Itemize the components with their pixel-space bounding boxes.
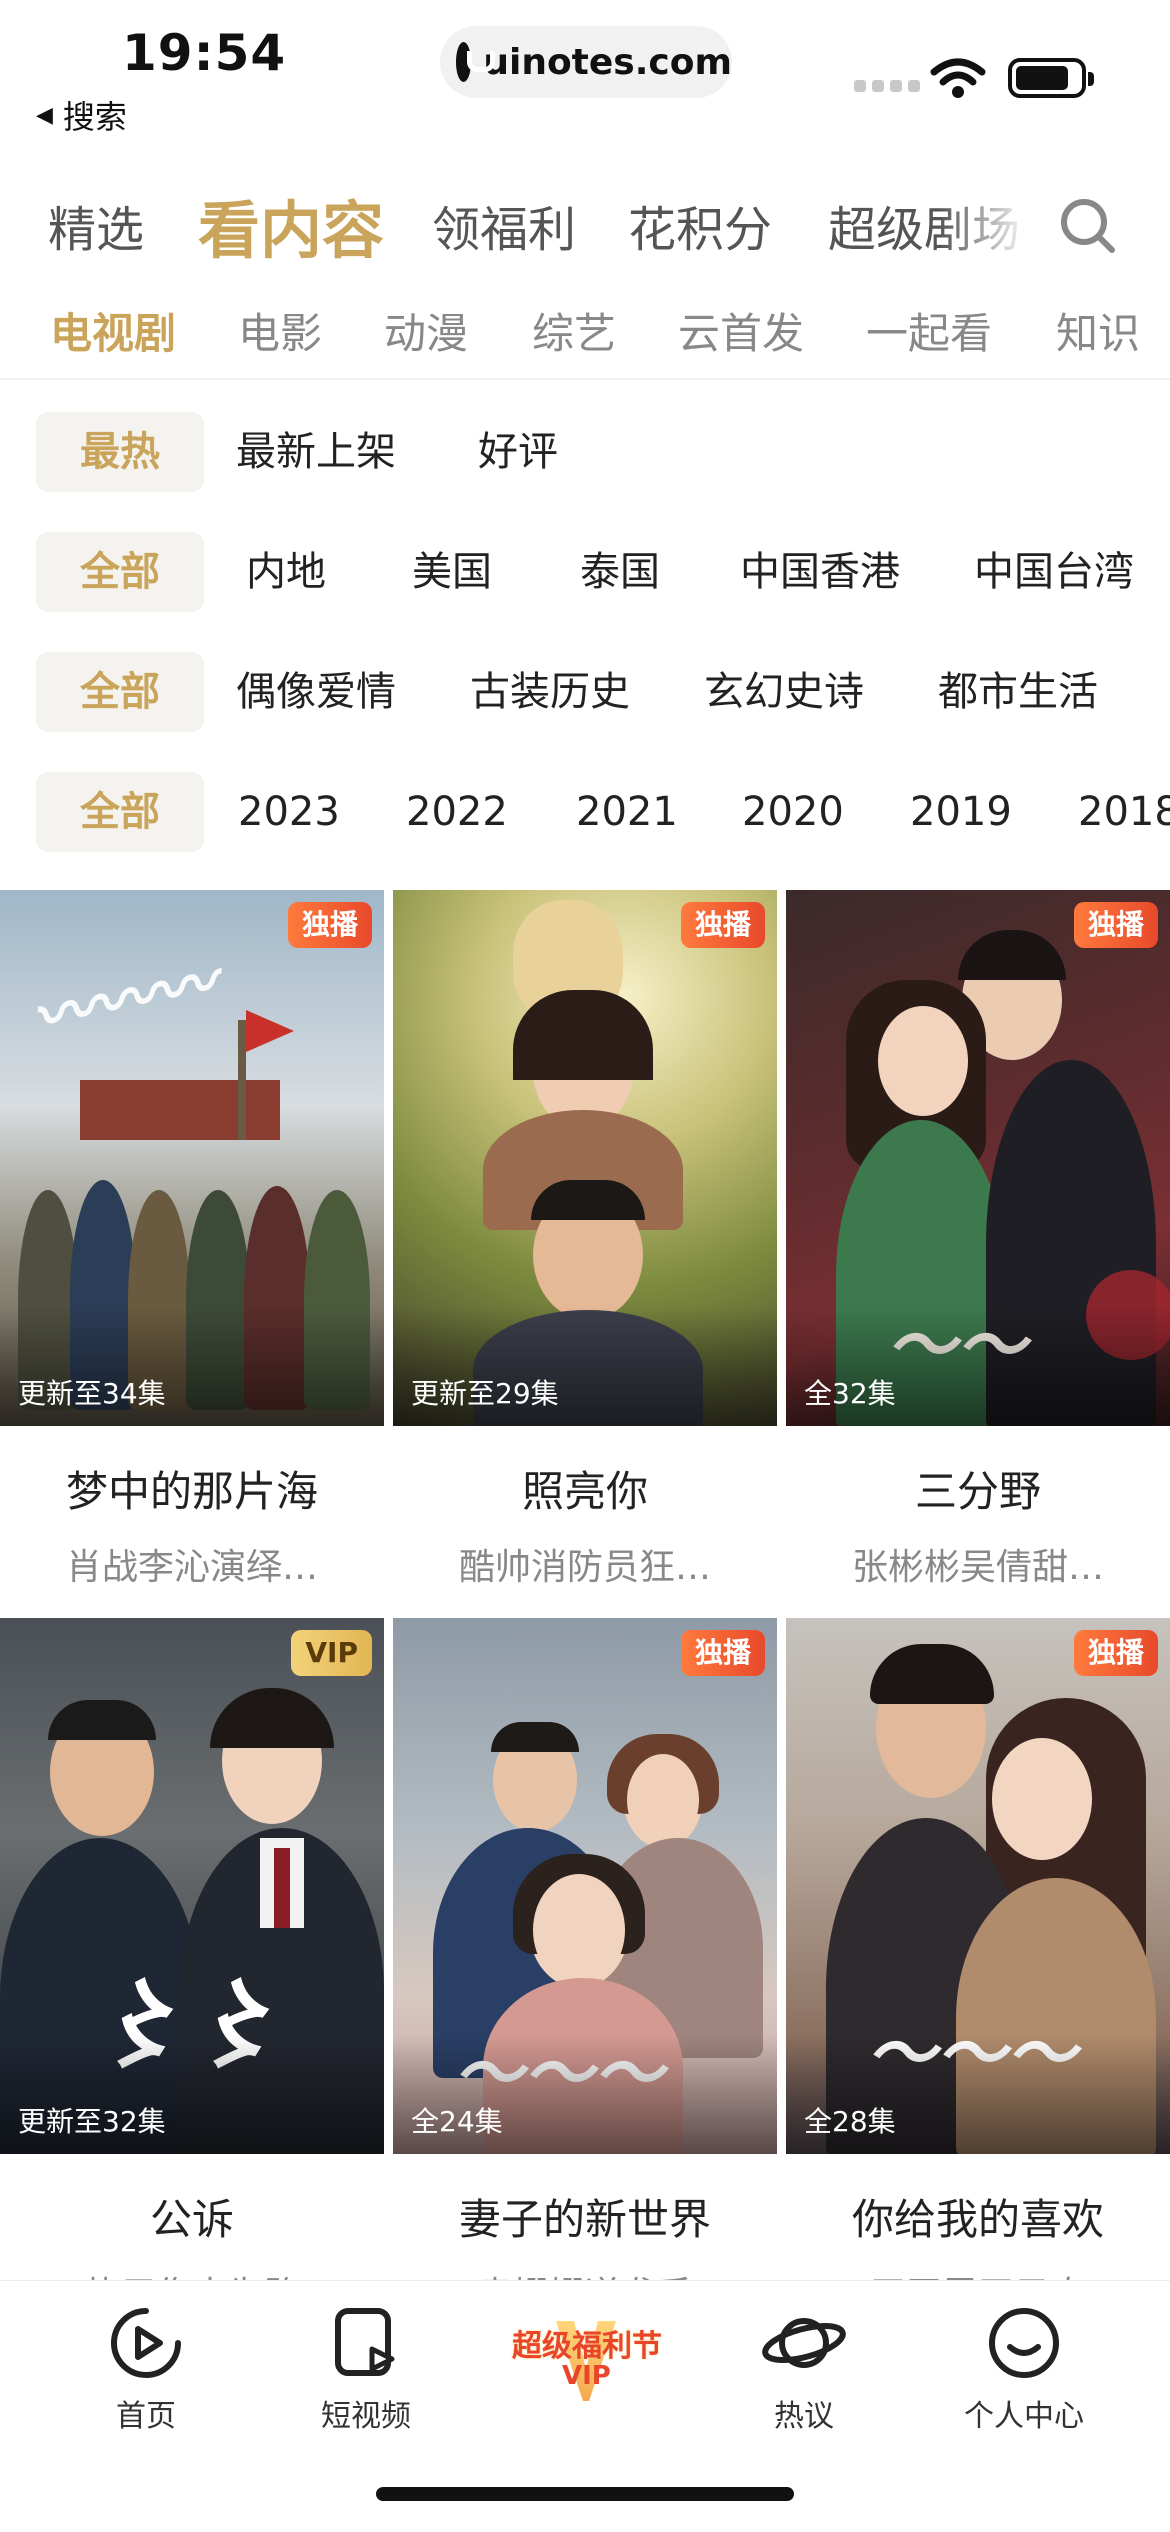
category-tabs: 电视剧 电影 动漫 综艺 云首发 一起看 知识 — [0, 300, 1170, 380]
play-circle-icon — [111, 2308, 181, 2378]
status-time: 19:54 — [122, 24, 287, 82]
smiley-icon — [989, 2308, 1059, 2378]
home-indicator — [376, 2487, 794, 2501]
show-poster[interactable]: 〜〜 独播 全32集 — [786, 890, 1170, 1426]
show-description: 肖战李沁演绎… — [65, 1547, 318, 1588]
filter-year-selected[interactable]: 全部 — [36, 772, 204, 852]
short-video-icon — [335, 2308, 395, 2376]
filter-row-year: 全部 2023 2022 2021 2020 2019 2018 — [0, 772, 1170, 852]
show-title[interactable]: 公诉 — [0, 2186, 384, 2247]
search-icon[interactable] — [1058, 196, 1118, 256]
top-tab-featured[interactable]: 精选 — [48, 190, 144, 260]
filter-year-option[interactable]: 2023 — [238, 772, 340, 852]
show-poster[interactable]: 〜〜〜 独播 全24集 — [393, 1618, 777, 2154]
filter-genre-option[interactable]: 偶像爱情 — [236, 652, 396, 732]
promo-text: 超级福利节 — [512, 2329, 662, 2364]
show-poster[interactable]: 〜〜〜 独播 全28集 — [786, 1618, 1170, 2154]
category-tab-tv[interactable]: 电视剧 — [50, 300, 176, 361]
episode-count: 更新至34集 — [18, 1377, 166, 1410]
filter-region-selected[interactable]: 全部 — [36, 532, 204, 612]
top-tab-points[interactable]: 花积分 — [628, 190, 772, 260]
filter-genre-option[interactable]: 古装历史 — [470, 652, 630, 732]
super-benefit-promo-button[interactable]: 超级福利节 VIP — [500, 2301, 670, 2421]
tab-hot-discussion-label: 热议 — [774, 2399, 834, 2434]
bottom-tab-bar: 首页 短视频 超级福利节 VIP 热议 个人中心 — [0, 2280, 1170, 2532]
filter-sort-option[interactable]: 好评 — [478, 412, 558, 492]
battery-icon — [1008, 58, 1094, 98]
filter-row-genre: 全部 偶像爱情 古装历史 玄幻史诗 都市生活 — [0, 652, 1170, 732]
show-title[interactable]: 梦中的那片海 — [0, 1458, 384, 1519]
site-logo-icon — [456, 42, 496, 82]
filter-row-region: 全部 内地 美国 泰国 中国香港 中国台湾 — [0, 532, 1170, 612]
planet-icon — [762, 2318, 846, 2368]
show-title[interactable]: 三分野 — [786, 1458, 1170, 1519]
top-tab-content[interactable]: 看内容 — [198, 180, 384, 270]
tab-hot-discussion[interactable]: 热议 — [714, 2305, 894, 2435]
promo-vip-text: VIP — [562, 2361, 611, 2391]
back-label: 搜索 — [62, 98, 127, 136]
back-to-search-button[interactable]: ◀ 搜索 — [36, 92, 127, 138]
top-nav: 精选 看内容 领福利 花积分 超级剧场 — [0, 180, 1170, 270]
filter-genre-option[interactable]: 玄幻史诗 — [704, 652, 864, 732]
filter-year-option[interactable]: 2022 — [406, 772, 508, 852]
filter-sort-option[interactable]: 最新上架 — [236, 412, 396, 492]
exclusive-badge: 独播 — [1073, 902, 1158, 948]
show-poster[interactable]: 〰〰〰 独播 更新至34集 — [0, 890, 384, 1426]
tab-profile-label: 个人中心 — [964, 2399, 1084, 2434]
tab-short-video[interactable]: 短视频 — [276, 2305, 456, 2435]
episode-count: 更新至29集 — [411, 1377, 559, 1410]
show-description: 酷帅消防员狂… — [458, 1547, 711, 1588]
show-poster[interactable]: 独播 更新至29集 — [393, 890, 777, 1426]
exclusive-badge: 独播 — [287, 902, 372, 948]
filter-region-option[interactable]: 中国香港 — [740, 532, 900, 612]
tab-home[interactable]: 首页 — [56, 2305, 236, 2435]
filter-sort-selected[interactable]: 最热 — [36, 412, 204, 492]
category-tab-variety[interactable]: 综艺 — [532, 300, 616, 361]
top-tab-benefits[interactable]: 领福利 — [432, 190, 576, 260]
url-pill[interactable]: uinotes.com — [440, 26, 732, 98]
tab-profile[interactable]: 个人中心 — [934, 2305, 1114, 2435]
episode-count: 全24集 — [411, 2105, 503, 2138]
show-title[interactable]: 照亮你 — [393, 1458, 777, 1519]
filter-year-option[interactable]: 2019 — [910, 772, 1012, 852]
filter-year-option[interactable]: 2021 — [576, 772, 678, 852]
exclusive-badge: 独播 — [1073, 1630, 1158, 1676]
category-tab-premiere[interactable]: 云首发 — [678, 300, 804, 361]
filter-region-option[interactable]: 内地 — [246, 532, 326, 612]
category-tab-movie[interactable]: 电影 — [238, 300, 322, 361]
cellular-signal-icon — [854, 80, 920, 92]
category-tab-anime[interactable]: 动漫 — [384, 300, 468, 361]
category-tab-watch-together[interactable]: 一起看 — [866, 300, 992, 361]
filter-region-option[interactable]: 泰国 — [580, 532, 660, 612]
filter-region-option[interactable]: 中国台湾 — [974, 532, 1134, 612]
filter-genre-selected[interactable]: 全部 — [36, 652, 204, 732]
back-triangle-icon: ◀ — [36, 102, 53, 128]
show-description: 张彬彬吴倩甜… — [851, 1547, 1104, 1588]
filter-row-sort: 最热 最新上架 好评 — [0, 412, 1170, 492]
vip-badge: VIP — [291, 1630, 372, 1676]
wifi-icon — [930, 58, 986, 98]
filter-genre-option[interactable]: 都市生活 — [938, 652, 1098, 732]
filter-year-option[interactable]: 2020 — [742, 772, 844, 852]
filter-year-option[interactable]: 2018 — [1078, 772, 1170, 852]
show-title[interactable]: 你给我的喜欢 — [786, 2186, 1170, 2247]
show-poster[interactable]: 〻〻 VIP 更新至32集 — [0, 1618, 384, 2154]
status-bar: 19:54 ◀ 搜索 uinotes.com — [0, 0, 1170, 150]
episode-count: 全32集 — [804, 1377, 896, 1410]
exclusive-badge: 独播 — [680, 902, 765, 948]
episode-count: 全28集 — [804, 2105, 896, 2138]
tab-home-label: 首页 — [116, 2399, 176, 2434]
filter-region-option[interactable]: 美国 — [412, 532, 492, 612]
episode-count: 更新至32集 — [18, 2105, 166, 2138]
show-title[interactable]: 妻子的新世界 — [393, 2186, 777, 2247]
exclusive-badge: 独播 — [680, 1630, 765, 1676]
url-text: uinotes.com — [483, 41, 732, 83]
category-tab-knowledge[interactable]: 知识 — [1056, 300, 1140, 361]
tab-short-video-label: 短视频 — [321, 2399, 411, 2434]
